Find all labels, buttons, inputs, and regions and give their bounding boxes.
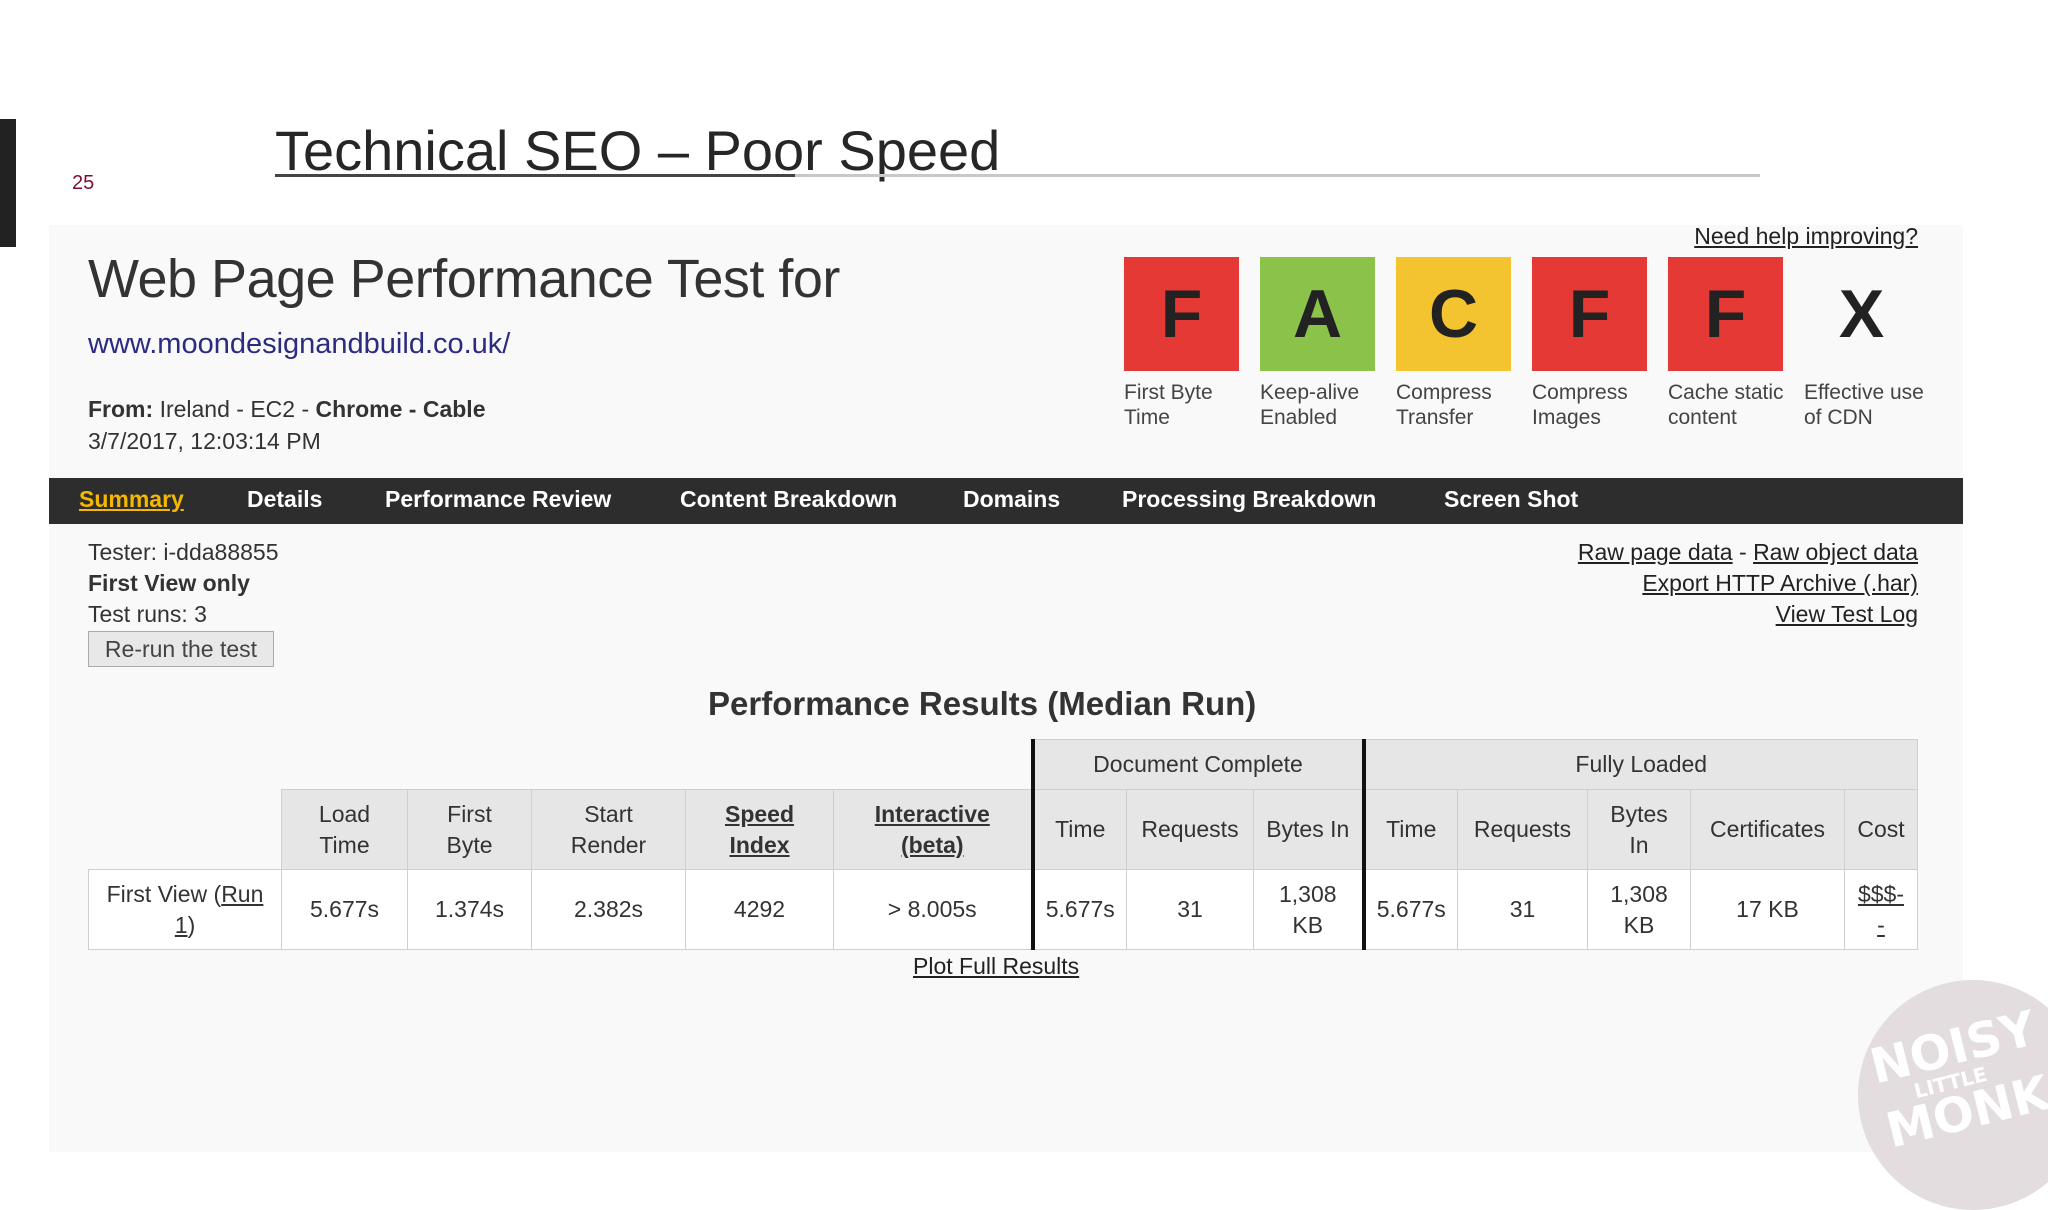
results-table: Document Complete Fully Loaded Load Time…	[88, 739, 1918, 950]
group-fully-loaded: Fully Loaded	[1361, 739, 1918, 790]
title-underline-accent	[275, 174, 795, 177]
cell-speed-index: 4292	[685, 869, 834, 950]
col-speed-index[interactable]: Speed Index	[685, 789, 834, 870]
cell-first-byte: 1.374s	[407, 869, 532, 950]
from-browser: Chrome - Cable	[315, 396, 486, 422]
view-mode: First View only	[88, 570, 250, 596]
grade-keep-alive-enabled-label: Keep-alive Enabled	[1260, 381, 1360, 429]
col-full-time: Time	[1361, 789, 1458, 870]
tab-performance-review[interactable]: Performance Review	[385, 486, 611, 513]
cell-full-requests: 31	[1457, 869, 1588, 950]
grade-compress-transfer-label: Compress Transfer	[1396, 381, 1492, 429]
grade-effective-use-of-cdn-label: Effective use of CDN	[1804, 381, 1924, 429]
tab-content-breakdown[interactable]: Content Breakdown	[680, 486, 897, 513]
cell-start-render: 2.382s	[531, 869, 686, 950]
group-document-complete: Document Complete	[1030, 739, 1364, 790]
rerun-button[interactable]: Re-run the test	[88, 631, 274, 667]
cell-interactive: > 8.005s	[833, 869, 1033, 950]
cell-certificates: 17 KB	[1690, 869, 1845, 950]
help-link[interactable]: Need help improving?	[1694, 223, 1918, 250]
grade-first-byte-time-label: First Byte Time	[1124, 381, 1213, 429]
tester-id: Tester: i-dda88855	[88, 539, 279, 565]
tested-url[interactable]: www.moondesignandbuild.co.uk/	[88, 328, 510, 361]
tab-domains[interactable]: Domains	[963, 486, 1060, 513]
cell-cost[interactable]: $$$- -	[1844, 869, 1918, 950]
tab-details[interactable]: Details	[247, 486, 322, 513]
tab-processing-breakdown[interactable]: Processing Breakdown	[1122, 486, 1376, 513]
tab-screen-shot[interactable]: Screen Shot	[1444, 486, 1578, 513]
col-certificates: Certificates	[1690, 789, 1845, 870]
view-test-log-link[interactable]: View Test Log	[1776, 601, 1918, 627]
col-cost: Cost	[1844, 789, 1918, 870]
grade-first-byte-time-box[interactable]: F	[1124, 257, 1239, 371]
grade-compress-transfer-box[interactable]: C	[1396, 257, 1511, 371]
col-full-bytes: Bytes In	[1587, 789, 1691, 870]
col-doc-bytes: Bytes In	[1253, 789, 1364, 870]
grade-cache-static-content-box[interactable]: F	[1668, 257, 1783, 371]
data-links: Raw page data - Raw object data Export H…	[1578, 537, 1918, 630]
nav-bar: Summary Details Performance Review Conte…	[49, 478, 1963, 524]
col-first-byte: First Byte	[407, 789, 532, 870]
grade-cache-static-content-label: Cache static content	[1668, 381, 1784, 429]
cell-full-bytes: 1,308 KB	[1587, 869, 1691, 950]
slide-accent-bar	[0, 119, 16, 247]
slide-number: 25	[72, 172, 95, 194]
row-label: First View (Run 1)	[88, 869, 282, 950]
cell-doc-requests: 31	[1126, 869, 1254, 950]
grade-compress-images-box[interactable]: F	[1532, 257, 1647, 371]
tab-summary[interactable]: Summary	[79, 486, 184, 513]
from-location: Ireland - EC2 -	[159, 396, 316, 422]
col-interactive[interactable]: Interactive (beta)	[833, 789, 1033, 870]
col-doc-requests: Requests	[1126, 789, 1254, 870]
results-title: Performance Results (Median Run)	[708, 685, 1257, 722]
col-full-requests: Requests	[1457, 789, 1588, 870]
cell-doc-bytes: 1,308 KB	[1253, 869, 1364, 950]
page-heading: Web Page Performance Test for	[88, 249, 840, 309]
raw-object-data-link[interactable]: Raw object data	[1753, 539, 1918, 565]
plot-full-results-link[interactable]: Plot Full Results	[913, 953, 1079, 980]
col-doc-time: Time	[1030, 789, 1127, 870]
test-location: From: Ireland - EC2 - Chrome - Cable	[88, 396, 486, 423]
link-separator: -	[1732, 539, 1754, 565]
export-har-link[interactable]: Export HTTP Archive (.har)	[1642, 570, 1918, 596]
from-label: From:	[88, 396, 154, 422]
test-runs: Test runs: 3	[88, 601, 207, 627]
grade-effective-use-of-cdn-box[interactable]: X	[1804, 257, 1919, 371]
grade-keep-alive-enabled-box[interactable]: A	[1260, 257, 1375, 371]
table-row: First View (Run 1) 5.677s 1.374s 2.382s …	[88, 869, 1918, 950]
cell-full-time: 5.677s	[1361, 869, 1458, 950]
col-start-render: Start Render	[531, 789, 686, 870]
cell-load-time: 5.677s	[281, 869, 408, 950]
test-date: 3/7/2017, 12:03:14 PM	[88, 428, 321, 454]
grade-compress-images-label: Compress Images	[1532, 381, 1628, 429]
col-load-time: Load Time	[281, 789, 408, 870]
tester-info: Tester: i-dda88855 First View only Test …	[88, 537, 279, 630]
cell-doc-time: 5.677s	[1030, 869, 1127, 950]
raw-page-data-link[interactable]: Raw page data	[1578, 539, 1733, 565]
